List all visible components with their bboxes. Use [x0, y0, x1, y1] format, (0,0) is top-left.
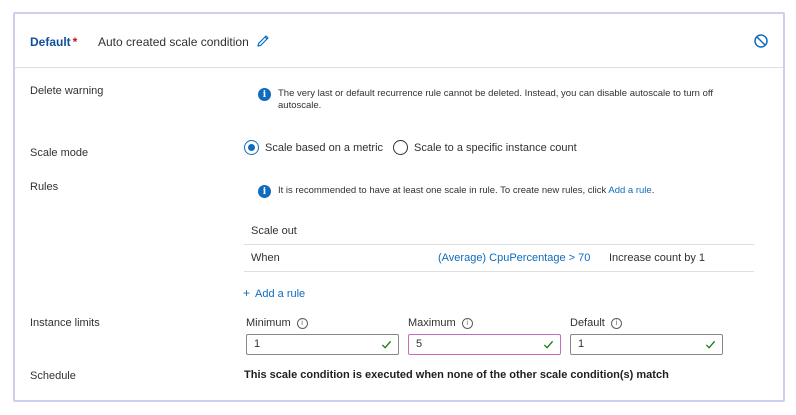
minimum-input[interactable]: 1	[246, 334, 399, 355]
rule-condition-link[interactable]: (Average) CpuPercentage > 70	[438, 245, 590, 272]
info-circle-icon[interactable]: i	[610, 317, 622, 329]
maximum-label: Maximum i	[408, 316, 561, 330]
minimum-limit: Minimum i 1	[246, 316, 399, 355]
default-limit: Default i 1	[570, 316, 723, 355]
radio-scale-count[interactable]	[393, 140, 409, 155]
add-rule-inline-link[interactable]: Add a rule	[608, 185, 651, 196]
schedule-text: This scale condition is executed when no…	[244, 369, 669, 381]
plus-icon: +	[243, 286, 251, 300]
table-header-scale-out: Scale out	[244, 217, 754, 245]
rules-label: Rules	[30, 181, 59, 193]
check-icon	[381, 340, 392, 349]
default-label: Default *	[30, 35, 78, 49]
rules-info-text: It is recommended to have at least one s…	[278, 185, 655, 196]
check-icon	[705, 340, 716, 349]
scale-condition-panel: Default * Auto created scale condition De…	[13, 12, 785, 402]
maximum-limit: Maximum i 5	[408, 316, 561, 355]
check-icon	[543, 340, 554, 349]
delete-warning-message: i The very last or default recurrence ru…	[258, 88, 738, 112]
scale-mode-label: Scale mode	[30, 147, 89, 159]
pencil-icon[interactable]	[255, 33, 271, 49]
info-circle-icon[interactable]: i	[461, 317, 473, 329]
delete-warning-text: The very last or default recurrence rule…	[278, 88, 713, 111]
required-mark: *	[72, 35, 78, 49]
rule-when: When	[251, 252, 280, 264]
disable-icon[interactable]	[753, 33, 769, 49]
radio-dot	[248, 144, 255, 151]
condition-name: Auto created scale condition	[98, 35, 249, 49]
condition-header: Default * Auto created scale condition	[15, 14, 783, 68]
instance-limits-label: Instance limits	[30, 317, 100, 329]
rules-table: Scale out When (Average) CpuPercentage >…	[244, 217, 754, 272]
table-row[interactable]: When (Average) CpuPercentage > 70 Increa…	[244, 245, 754, 272]
info-circle-icon[interactable]: i	[296, 317, 308, 329]
default-input[interactable]: 1	[570, 334, 723, 355]
radio-scale-metric[interactable]	[244, 140, 259, 155]
delete-warning-label: Delete warning	[30, 85, 104, 97]
schedule-label: Schedule	[30, 370, 76, 382]
info-icon: i	[258, 88, 271, 101]
radio-scale-count-label[interactable]: Scale to a specific instance count	[414, 142, 577, 154]
default-label: Default i	[570, 316, 723, 330]
maximum-input[interactable]: 5	[408, 334, 561, 355]
scale-mode-options: Scale based on a metric Scale to a speci…	[244, 140, 587, 155]
rule-action: Increase count by 1	[609, 252, 706, 264]
info-icon: i	[258, 185, 271, 198]
minimum-label: Minimum i	[246, 316, 399, 330]
rules-info-message: i It is recommended to have at least one…	[258, 185, 758, 198]
radio-scale-metric-label[interactable]: Scale based on a metric	[265, 142, 383, 154]
add-rule-button[interactable]: + Add a rule	[243, 286, 305, 300]
